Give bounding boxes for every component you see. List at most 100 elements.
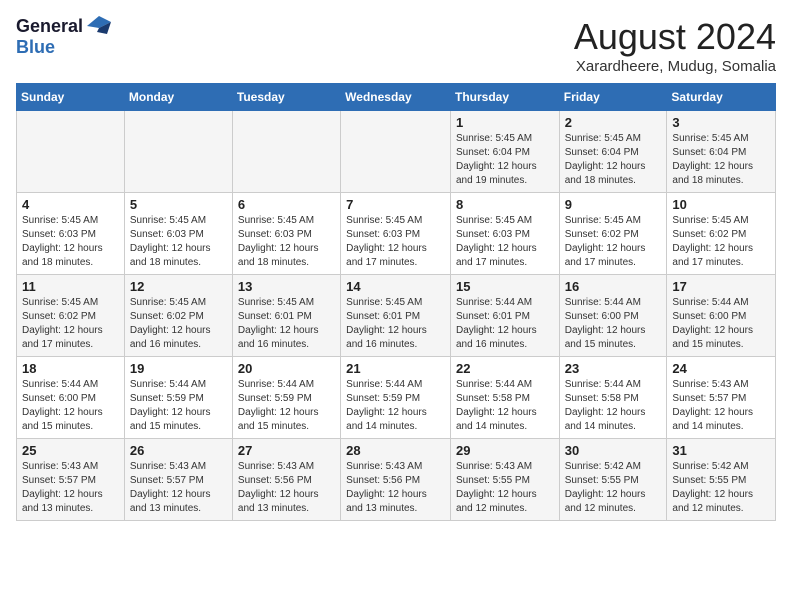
- title-area: August 2024 Xarardheere, Mudug, Somalia: [574, 16, 776, 75]
- day-info: Sunrise: 5:44 AM Sunset: 5:59 PM Dayligh…: [238, 378, 335, 434]
- day-number: 17: [672, 279, 770, 294]
- calendar-cell: 1 Sunrise: 5:45 AM Sunset: 6:04 PM Daylig…: [450, 111, 559, 193]
- day-number: 6: [238, 197, 335, 212]
- day-number: 11: [22, 279, 119, 294]
- calendar-cell: 26 Sunrise: 5:43 AM Sunset: 5:57 PM Dayli…: [124, 439, 232, 521]
- day-info: Sunrise: 5:45 AM Sunset: 6:03 PM Dayligh…: [22, 214, 119, 270]
- calendar-cell: [341, 111, 451, 193]
- day-info: Sunrise: 5:45 AM Sunset: 6:03 PM Dayligh…: [130, 214, 227, 270]
- day-info: Sunrise: 5:45 AM Sunset: 6:03 PM Dayligh…: [346, 214, 445, 270]
- calendar-cell: 14 Sunrise: 5:45 AM Sunset: 6:01 PM Dayli…: [341, 275, 451, 357]
- day-info: Sunrise: 5:43 AM Sunset: 5:57 PM Dayligh…: [22, 460, 119, 516]
- day-info: Sunrise: 5:42 AM Sunset: 5:55 PM Dayligh…: [672, 460, 770, 516]
- day-number: 22: [456, 361, 554, 376]
- calendar-cell: 17Sunrise: 5:44 AM Sunset: 6:00 PM Dayli…: [667, 275, 776, 357]
- calendar-cell: [17, 111, 125, 193]
- calendar-cell: 2 Sunrise: 5:45 AM Sunset: 6:04 PM Daylig…: [559, 111, 667, 193]
- calendar-cell: 30 Sunrise: 5:42 AM Sunset: 5:55 PM Dayli…: [559, 439, 667, 521]
- weekday-header-tuesday: Tuesday: [232, 84, 340, 111]
- calendar-cell: 25 Sunrise: 5:43 AM Sunset: 5:57 PM Dayli…: [17, 439, 125, 521]
- day-info: Sunrise: 5:45 AM Sunset: 6:01 PM Dayligh…: [238, 296, 335, 352]
- calendar-cell: 28 Sunrise: 5:43 AM Sunset: 5:56 PM Dayli…: [341, 439, 451, 521]
- day-number: 13: [238, 279, 335, 294]
- calendar-cell: 7Sunrise: 5:45 AM Sunset: 6:03 PM Daylig…: [341, 193, 451, 275]
- day-number: 30: [565, 443, 662, 458]
- calendar-table: SundayMondayTuesdayWednesdayThursdayFrid…: [16, 83, 776, 521]
- weekday-header-wednesday: Wednesday: [341, 84, 451, 111]
- calendar-cell: 19 Sunrise: 5:44 AM Sunset: 5:59 PM Dayli…: [124, 357, 232, 439]
- calendar-cell: 22 Sunrise: 5:44 AM Sunset: 5:58 PM Dayli…: [450, 357, 559, 439]
- day-info: Sunrise: 5:45 AM Sunset: 6:02 PM Dayligh…: [672, 214, 770, 270]
- day-info: Sunrise: 5:43 AM Sunset: 5:56 PM Dayligh…: [238, 460, 335, 516]
- calendar-cell: 4 Sunrise: 5:45 AM Sunset: 6:03 PM Daylig…: [17, 193, 125, 275]
- calendar-cell: 10 Sunrise: 5:45 AM Sunset: 6:02 PM Dayli…: [667, 193, 776, 275]
- day-number: 16: [565, 279, 662, 294]
- day-number: 28: [346, 443, 445, 458]
- day-info: Sunrise: 5:45 AM Sunset: 6:04 PM Dayligh…: [565, 132, 662, 188]
- calendar-cell: 27 Sunrise: 5:43 AM Sunset: 5:56 PM Dayli…: [232, 439, 340, 521]
- day-number: 29: [456, 443, 554, 458]
- day-number: 3: [672, 115, 770, 130]
- calendar-cell: 24Sunrise: 5:43 AM Sunset: 5:57 PM Dayli…: [667, 357, 776, 439]
- day-number: 12: [130, 279, 227, 294]
- calendar-cell: 3 Sunrise: 5:45 AM Sunset: 6:04 PM Daylig…: [667, 111, 776, 193]
- logo-text-general: General: [16, 17, 83, 35]
- week-row-2: 11Sunrise: 5:45 AM Sunset: 6:02 PM Dayli…: [17, 275, 776, 357]
- day-number: 26: [130, 443, 227, 458]
- calendar-cell: 12Sunrise: 5:45 AM Sunset: 6:02 PM Dayli…: [124, 275, 232, 357]
- day-number: 14: [346, 279, 445, 294]
- day-number: 20: [238, 361, 335, 376]
- calendar-cell: 20 Sunrise: 5:44 AM Sunset: 5:59 PM Dayli…: [232, 357, 340, 439]
- week-row-4: 25 Sunrise: 5:43 AM Sunset: 5:57 PM Dayli…: [17, 439, 776, 521]
- day-info: Sunrise: 5:45 AM Sunset: 6:03 PM Dayligh…: [456, 214, 554, 270]
- weekday-header-thursday: Thursday: [450, 84, 559, 111]
- calendar-cell: 13 Sunrise: 5:45 AM Sunset: 6:01 PM Dayli…: [232, 275, 340, 357]
- day-info: Sunrise: 5:44 AM Sunset: 6:01 PM Dayligh…: [456, 296, 554, 352]
- day-info: Sunrise: 5:44 AM Sunset: 5:58 PM Dayligh…: [456, 378, 554, 434]
- day-info: Sunrise: 5:45 AM Sunset: 6:02 PM Dayligh…: [565, 214, 662, 270]
- day-number: 5: [130, 197, 227, 212]
- day-number: 19: [130, 361, 227, 376]
- logo: General Blue: [16, 16, 111, 56]
- day-number: 23: [565, 361, 662, 376]
- day-info: Sunrise: 5:45 AM Sunset: 6:04 PM Dayligh…: [672, 132, 770, 188]
- day-info: Sunrise: 5:45 AM Sunset: 6:01 PM Dayligh…: [346, 296, 445, 352]
- day-number: 8: [456, 197, 554, 212]
- day-info: Sunrise: 5:43 AM Sunset: 5:55 PM Dayligh…: [456, 460, 554, 516]
- day-number: 2: [565, 115, 662, 130]
- day-number: 10: [672, 197, 770, 212]
- day-info: Sunrise: 5:43 AM Sunset: 5:56 PM Dayligh…: [346, 460, 445, 516]
- day-info: Sunrise: 5:44 AM Sunset: 6:00 PM Dayligh…: [22, 378, 119, 434]
- week-row-1: 4 Sunrise: 5:45 AM Sunset: 6:03 PM Daylig…: [17, 193, 776, 275]
- day-number: 4: [22, 197, 119, 212]
- weekday-header-saturday: Saturday: [667, 84, 776, 111]
- calendar-cell: 6 Sunrise: 5:45 AM Sunset: 6:03 PM Daylig…: [232, 193, 340, 275]
- weekday-header-sunday: Sunday: [17, 84, 125, 111]
- calendar-cell: [232, 111, 340, 193]
- day-info: Sunrise: 5:44 AM Sunset: 5:58 PM Dayligh…: [565, 378, 662, 434]
- day-number: 9: [565, 197, 662, 212]
- day-info: Sunrise: 5:44 AM Sunset: 6:00 PM Dayligh…: [565, 296, 662, 352]
- calendar-cell: 18Sunrise: 5:44 AM Sunset: 6:00 PM Dayli…: [17, 357, 125, 439]
- day-number: 1: [456, 115, 554, 130]
- calendar-cell: 29 Sunrise: 5:43 AM Sunset: 5:55 PM Dayli…: [450, 439, 559, 521]
- day-number: 25: [22, 443, 119, 458]
- location-subtitle: Xarardheere, Mudug, Somalia: [574, 58, 776, 75]
- day-info: Sunrise: 5:43 AM Sunset: 5:57 PM Dayligh…: [130, 460, 227, 516]
- day-number: 27: [238, 443, 335, 458]
- day-number: 31: [672, 443, 770, 458]
- day-number: 15: [456, 279, 554, 294]
- day-info: Sunrise: 5:45 AM Sunset: 6:03 PM Dayligh…: [238, 214, 335, 270]
- month-title: August 2024: [574, 16, 776, 58]
- day-info: Sunrise: 5:44 AM Sunset: 5:59 PM Dayligh…: [130, 378, 227, 434]
- weekday-header-monday: Monday: [124, 84, 232, 111]
- day-number: 24: [672, 361, 770, 376]
- day-info: Sunrise: 5:45 AM Sunset: 6:04 PM Dayligh…: [456, 132, 554, 188]
- weekday-header-row: SundayMondayTuesdayWednesdayThursdayFrid…: [17, 84, 776, 111]
- logo-bird-icon: [87, 16, 111, 36]
- day-number: 21: [346, 361, 445, 376]
- calendar-cell: 31 Sunrise: 5:42 AM Sunset: 5:55 PM Dayli…: [667, 439, 776, 521]
- day-info: Sunrise: 5:42 AM Sunset: 5:55 PM Dayligh…: [565, 460, 662, 516]
- week-row-0: 1 Sunrise: 5:45 AM Sunset: 6:04 PM Daylig…: [17, 111, 776, 193]
- calendar-cell: 23 Sunrise: 5:44 AM Sunset: 5:58 PM Dayli…: [559, 357, 667, 439]
